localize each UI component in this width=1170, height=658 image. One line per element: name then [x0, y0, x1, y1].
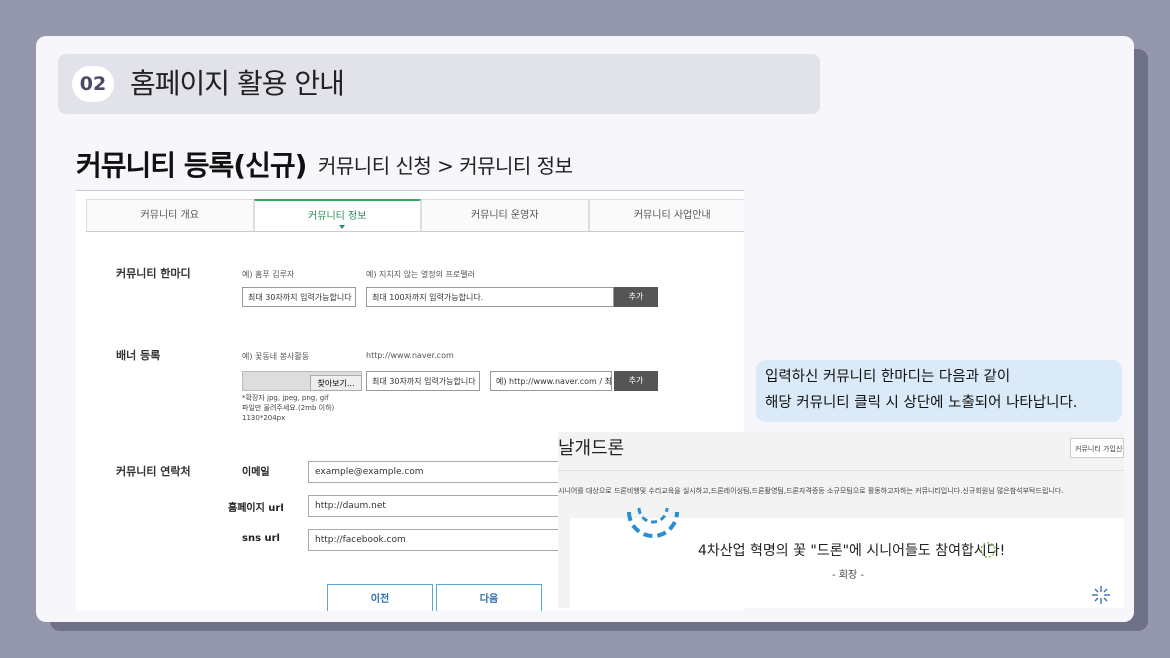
next-button[interactable]: 다음 [436, 584, 542, 611]
sns-url-label: sns url [242, 533, 280, 544]
section-title: 홈페이지 활용 안내 [130, 67, 345, 100]
banner-note-size: 파일만 올려주세요.(2mb 이하) [242, 404, 335, 412]
email-label: 이메일 [242, 467, 270, 478]
banner-note-dimensions: 1130*204px [242, 414, 286, 422]
tab-community-business[interactable]: 커뮤니티 사업안내 [588, 199, 744, 231]
slide-card: 02 홈페이지 활용 안내 커뮤니티 등록(신규) 커뮤니티 신청 > 커뮤니티… [36, 36, 1134, 622]
banner-browse-button[interactable]: 찾아보기... [310, 375, 362, 391]
motto-add-button[interactable]: 추가 [614, 287, 658, 307]
motto-short-input[interactable]: 최대 30자까지 입력가능합니다 [242, 287, 356, 307]
motto-long-input[interactable]: 최대 100자까지 입력가능합니다. [366, 287, 614, 307]
tab-community-info[interactable]: 커뮤니티 정보 [253, 199, 421, 231]
community-description: 시니어를 대상으로 드론비행및 수리교육을 실시하고,드론레이싱팀,드론촬영팀,… [558, 487, 1064, 495]
contact-label: 커뮤니티 연락처 [116, 465, 191, 478]
motto-hint-1: 예) 홈푸 김루자 [242, 270, 295, 279]
sparkle-icon [980, 542, 996, 558]
banner-label: 배너 등록 [116, 349, 161, 362]
motto-label: 커뮤니티 한마디 [116, 267, 191, 280]
drone-circle-icon [627, 507, 679, 538]
banner-url-input[interactable]: 예) http://www.naver.com / 최 [490, 371, 612, 391]
divider [558, 470, 1124, 471]
banner-hint-1: 예) 꽃동네 봉사활동 [242, 352, 310, 361]
banner-signature: - 회장 - [832, 570, 864, 581]
banner-hint-2: http://www.naver.com [366, 351, 454, 360]
sns-url-field[interactable]: http://facebook.com [308, 529, 568, 551]
callout-line-1: 입력하신 커뮤니티 한마디는 다음과 같이 [765, 369, 1011, 385]
banner-add-button[interactable]: 추가 [614, 371, 658, 391]
email-field[interactable]: example@example.com [308, 461, 568, 483]
banner-note-ext: *확장자 jpg, jpeg, png, gif [242, 394, 329, 402]
star-burst-icon [1092, 586, 1110, 604]
homepage-url-label: 홈페이지 url [228, 503, 284, 514]
banner-title-input[interactable]: 최대 30자까지 입력가능합니다 [366, 371, 480, 391]
prev-button[interactable]: 이전 [327, 584, 433, 611]
section-number-badge: 02 [72, 66, 114, 102]
tab-community-overview[interactable]: 커뮤니티 개요 [86, 199, 254, 231]
community-preview-screenshot: 날개드론 커뮤니티 가입신청 시니어를 대상으로 드론비행및 수리교육을 실시하… [558, 432, 1124, 608]
tab-community-operator[interactable]: 커뮤니티 운영자 [421, 199, 589, 231]
join-community-button[interactable]: 커뮤니티 가입신청 [1070, 438, 1124, 458]
page-heading: 커뮤니티 등록(신규) [76, 149, 307, 182]
tab-bar: 커뮤니티 개요 커뮤니티 정보 커뮤니티 운영자 커뮤니티 사업안내 [86, 199, 744, 232]
callout-line-2: 해당 커뮤니티 클릭 시 상단에 노출되어 나타납니다. [765, 395, 1078, 411]
homepage-url-field[interactable]: http://daum.net [308, 495, 568, 517]
motto-hint-2: 예) 지치지 않는 열정의 프로펠러 [366, 270, 475, 279]
banner-headline: 4차산업 혁명의 꽃 "드론"에 시니어들도 참여합시다! [698, 543, 1006, 559]
community-title: 날개드론 [558, 438, 625, 459]
section-header: 02 홈페이지 활용 안내 [58, 54, 820, 114]
community-banner: 4차산업 혁명의 꽃 "드론"에 시니어들도 참여합시다! - 회장 - [570, 507, 1124, 608]
callout-bubble: 입력하신 커뮤니티 한마디는 다음과 같이 해당 커뮤니티 클릭 시 상단에 노… [756, 360, 1122, 422]
page-breadcrumb: 커뮤니티 신청 > 커뮤니티 정보 [318, 154, 573, 178]
